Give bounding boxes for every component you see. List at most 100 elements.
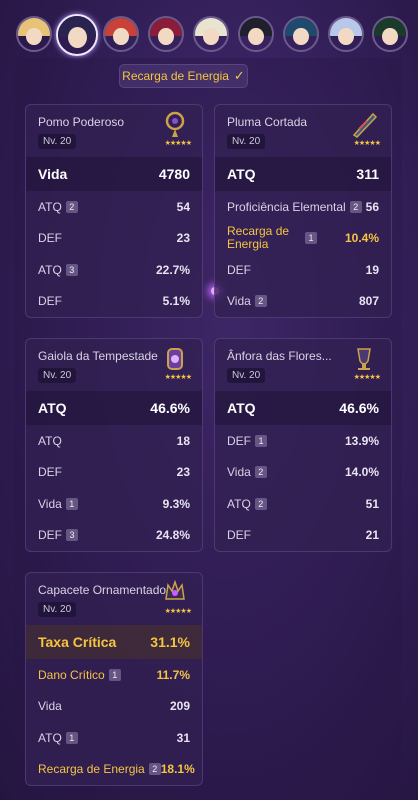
artifact-card-sands[interactable]: Gaiola da Tempestade Nv. 20 ★★★★★ ATQ 46… [25, 338, 203, 552]
rarity-stars: ★★★★★ [164, 140, 192, 147]
artifact-name: Ânfora das Flores... [227, 349, 332, 363]
main-stat-name: ATQ [227, 166, 256, 182]
substat-name: ATQ [227, 496, 251, 511]
substat-value: 209 [169, 699, 190, 714]
substat-value: 24.8% [155, 528, 190, 543]
main-stat-name: ATQ [38, 400, 67, 416]
artifact-level: Nv. 20 [227, 134, 266, 149]
substat-name: DEF [227, 262, 251, 277]
substat-row: DEF 19 [215, 254, 391, 286]
artifact-card-plume[interactable]: Pluma Cortada Nv. 20 ★★★★★ ATQ 311 Profi… [214, 104, 392, 318]
main-stat-value: 31.1% [150, 634, 190, 650]
substat-name: Dano Crítico [38, 667, 105, 682]
character-avatar-9[interactable] [372, 16, 408, 52]
character-avatar-3[interactable] [103, 16, 139, 52]
character-avatar-4[interactable] [148, 16, 184, 52]
substat-row: DEF 23 [26, 457, 202, 489]
main-stat-row: ATQ 46.6% [215, 391, 391, 425]
substat-value: 11.7% [156, 667, 190, 682]
substat-value: 10.4% [344, 230, 379, 245]
roll-count-badge: 1 [65, 731, 78, 744]
substat-row: ATQ 3 22.7% [26, 254, 202, 286]
substat-value: 51 [365, 496, 379, 511]
artifact-level: Nv. 20 [38, 368, 77, 383]
substat-row-highlighted: Recarga de Energia 1 10.4% [215, 223, 391, 255]
stat-filter-button[interactable]: Recarga de Energia ✓ [119, 64, 248, 88]
substat-name: Proficiência Elemental [227, 199, 346, 214]
substat-row: DEF 3 24.8% [26, 520, 202, 552]
substat-name: DEF [227, 528, 251, 543]
main-stat-value: 4780 [158, 166, 190, 182]
character-avatar-8[interactable] [328, 16, 364, 52]
substat-row: Vida 1 9.3% [26, 488, 202, 520]
substat-row: DEF 5.1% [26, 286, 202, 318]
artifact-card-circlet[interactable]: Capacete Ornamentado Nv. 20 ★★★★★ Taxa C… [25, 572, 203, 786]
substat-row-highlighted: Recarga de Energia 2 18.1% [26, 754, 202, 786]
substat-value: 31 [176, 730, 190, 745]
roll-count-badge: 1 [305, 232, 317, 245]
rarity-stars: ★★★★★ [353, 374, 381, 381]
substat-value: 18.1% [160, 762, 195, 777]
substat-row: ATQ 2 51 [215, 488, 391, 520]
character-avatar-7[interactable] [283, 16, 319, 52]
artifact-name: Capacete Ornamentado [38, 583, 167, 597]
character-avatar-6[interactable] [238, 16, 274, 52]
main-stat-row: Vida 4780 [26, 157, 202, 191]
substat-name: ATQ [38, 199, 62, 214]
substat-value: 5.1% [162, 294, 190, 309]
artifact-level: Nv. 20 [227, 368, 266, 383]
substat-value: 23 [176, 465, 190, 480]
artifact-card-goblet[interactable]: Ânfora das Flores... Nv. 20 ★★★★★ ATQ 46… [214, 338, 392, 552]
artifact-icon [165, 111, 185, 137]
substat-name: DEF [227, 433, 251, 448]
substat-value: 54 [176, 199, 190, 214]
substat-value: 13.9% [344, 433, 379, 448]
main-stat-value: 46.6% [150, 400, 190, 416]
check-icon: ✓ [233, 68, 245, 83]
main-stat-name: ATQ [227, 400, 256, 416]
roll-count-badge: 1 [65, 497, 78, 510]
rarity-stars: ★★★★★ [353, 140, 381, 147]
substat-name: DEF [38, 231, 62, 246]
substat-row: Proficiência Elemental 2 56 [215, 191, 391, 223]
substat-row: Vida 209 [26, 691, 202, 723]
artifact-icon [352, 112, 378, 138]
roll-count-badge: 2 [254, 497, 267, 510]
substat-name: Vida [227, 294, 251, 309]
substat-row: Vida 2 14.0% [215, 457, 391, 489]
substat-name: Recarga de Energia [38, 762, 145, 777]
character-avatar-5[interactable] [193, 16, 229, 52]
artifact-icon [167, 348, 183, 370]
substat-name: DEF [38, 528, 62, 543]
substat-row: DEF 1 13.9% [215, 425, 391, 457]
main-stat-row: Taxa Crítica 31.1% [26, 625, 202, 659]
character-avatar-2-selected[interactable] [56, 14, 98, 56]
artifact-level: Nv. 20 [38, 602, 77, 617]
substat-name: ATQ [38, 433, 62, 448]
main-stat-name: Taxa Crítica [38, 634, 117, 650]
main-stat-name: Vida [38, 166, 68, 182]
artifact-icon [165, 579, 185, 600]
substat-name: Vida [38, 496, 62, 511]
main-stat-row: ATQ 46.6% [26, 391, 202, 425]
rarity-stars: ★★★★★ [164, 608, 192, 615]
substat-name: Vida [38, 699, 62, 714]
substat-value: 23 [176, 231, 190, 246]
substat-value: 18 [176, 433, 190, 448]
roll-count-badge: 3 [65, 263, 78, 276]
character-avatar-1[interactable] [16, 16, 52, 52]
artifact-icon [357, 348, 371, 370]
main-stat-row: ATQ 311 [215, 157, 391, 191]
substat-value: 807 [358, 294, 379, 309]
artifact-card-flower[interactable]: Pomo Poderoso Nv. 20 ★★★★★ Vida 4780 ATQ… [25, 104, 203, 318]
substat-name: DEF [38, 465, 62, 480]
roll-count-badge: 2 [254, 466, 267, 479]
roll-count-badge: 1 [255, 434, 267, 447]
substat-row: DEF 21 [215, 520, 391, 552]
roll-count-badge: 3 [66, 529, 78, 542]
substat-value: 9.3% [162, 496, 190, 511]
character-avatar-row [0, 10, 418, 60]
artifact-name: Gaiola da Tempestade [38, 349, 158, 363]
substat-name: Recarga de Energia [227, 224, 290, 252]
substat-row: ATQ 2 54 [26, 191, 202, 223]
